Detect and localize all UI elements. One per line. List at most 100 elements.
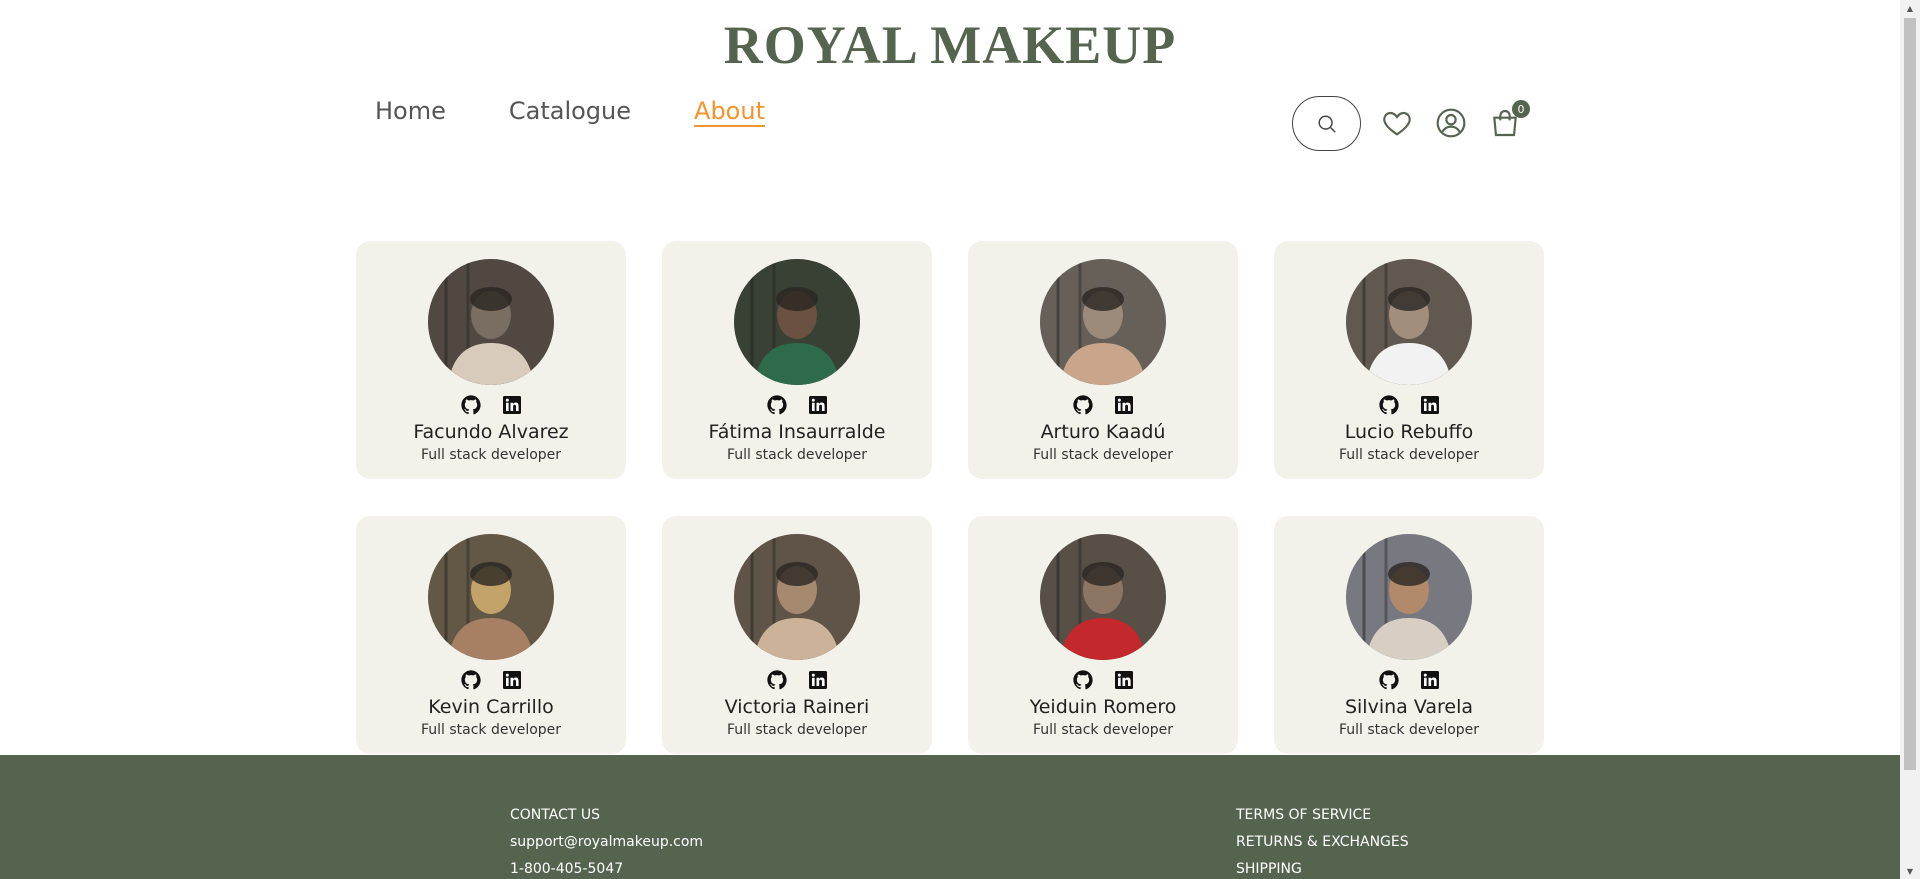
- footer-returns[interactable]: RETURNS & EXCHANGES: [1236, 834, 1409, 850]
- member-avatar: [1040, 259, 1166, 385]
- member-avatar: [1346, 534, 1472, 660]
- nav-home[interactable]: Home: [375, 97, 446, 125]
- linkedin-link[interactable]: [1418, 393, 1442, 417]
- member-avatar: [734, 259, 860, 385]
- linkedin-icon: [502, 396, 521, 414]
- member-name: Arturo Kaadú: [1040, 421, 1166, 443]
- github-icon: [1072, 395, 1093, 415]
- heart-icon: [1383, 111, 1411, 136]
- member-role: Full stack developer: [726, 447, 868, 463]
- scroll-up-arrow-icon[interactable]: ▲: [1900, 0, 1920, 16]
- footer-terms[interactable]: TERMS OF SERVICE: [1236, 807, 1409, 823]
- cart-button[interactable]: 0: [1486, 100, 1530, 142]
- team-card: Fátima Insaurralde Full stack developer: [662, 241, 932, 479]
- github-link[interactable]: [765, 668, 789, 692]
- github-icon: [460, 670, 481, 690]
- linkedin-icon: [808, 671, 827, 689]
- member-socials: [1377, 668, 1442, 692]
- team-card: Kevin Carrillo Full stack developer: [356, 516, 626, 754]
- nav-catalogue[interactable]: Catalogue: [509, 97, 631, 125]
- scrollbar-thumb[interactable]: [1904, 18, 1916, 770]
- github-icon: [766, 395, 787, 415]
- linkedin-link[interactable]: [806, 668, 830, 692]
- member-name: Victoria Raineri: [724, 696, 870, 718]
- nav-about[interactable]: About: [694, 97, 765, 125]
- github-link[interactable]: [459, 668, 483, 692]
- team-card: Arturo Kaadú Full stack developer: [968, 241, 1238, 479]
- github-icon: [1072, 670, 1093, 690]
- member-avatar: [1040, 534, 1166, 660]
- member-name: Kevin Carrillo: [428, 696, 554, 718]
- footer-contact: CONTACT US support@royalmakeup.com 1-800…: [510, 807, 703, 877]
- linkedin-icon: [1114, 396, 1133, 414]
- github-link[interactable]: [1071, 668, 1095, 692]
- linkedin-link[interactable]: [500, 668, 524, 692]
- footer-phone[interactable]: 1-800-405-5047: [510, 861, 703, 877]
- github-icon: [1378, 670, 1399, 690]
- linkedin-link[interactable]: [1418, 668, 1442, 692]
- github-link[interactable]: [765, 393, 789, 417]
- member-role: Full stack developer: [420, 447, 562, 463]
- member-name: Lucio Rebuffo: [1344, 421, 1474, 443]
- linkedin-link[interactable]: [1112, 393, 1136, 417]
- linkedin-icon: [808, 396, 827, 414]
- member-role: Full stack developer: [420, 722, 562, 738]
- main-nav: Home Catalogue About: [375, 97, 765, 125]
- github-icon: [1378, 395, 1399, 415]
- member-name: Fátima Insaurralde: [708, 421, 886, 443]
- member-avatar: [1346, 259, 1472, 385]
- team-card: Facundo Alvarez Full stack developer: [356, 241, 626, 479]
- footer-policies: TERMS OF SERVICE RETURNS & EXCHANGES SHI…: [1236, 807, 1409, 877]
- member-socials: [765, 393, 830, 417]
- site-title[interactable]: ROYAL MAKEUP: [0, 14, 1900, 76]
- member-role: Full stack developer: [1032, 447, 1174, 463]
- search-button[interactable]: [1292, 96, 1361, 151]
- vertical-scrollbar[interactable]: ▲ ▼: [1900, 0, 1920, 879]
- linkedin-icon: [1420, 671, 1439, 689]
- member-socials: [1377, 393, 1442, 417]
- team-card: Victoria Raineri Full stack developer: [662, 516, 932, 754]
- member-role: Full stack developer: [726, 722, 868, 738]
- member-role: Full stack developer: [1338, 447, 1480, 463]
- member-socials: [459, 393, 524, 417]
- github-icon: [766, 670, 787, 690]
- cart-count-badge: 0: [1512, 100, 1530, 118]
- github-icon: [460, 395, 481, 415]
- header-actions: 0: [1292, 96, 1530, 152]
- account-button[interactable]: [1432, 104, 1470, 142]
- team-card: Yeiduin Romero Full stack developer: [968, 516, 1238, 754]
- footer-contact-us[interactable]: CONTACT US: [510, 807, 703, 823]
- member-avatar: [734, 534, 860, 660]
- linkedin-link[interactable]: [1112, 668, 1136, 692]
- footer-shipping[interactable]: SHIPPING: [1236, 861, 1409, 877]
- footer: CONTACT US support@royalmakeup.com 1-800…: [0, 755, 1900, 879]
- linkedin-icon: [1420, 396, 1439, 414]
- github-link[interactable]: [1071, 393, 1095, 417]
- member-socials: [1071, 668, 1136, 692]
- linkedin-link[interactable]: [500, 393, 524, 417]
- member-name: Silvina Varela: [1344, 696, 1474, 718]
- linkedin-icon: [1114, 671, 1133, 689]
- github-link[interactable]: [459, 393, 483, 417]
- team-card: Lucio Rebuffo Full stack developer: [1274, 241, 1544, 479]
- team-grid: Facundo Alvarez Full stack developer Fát…: [356, 241, 1545, 754]
- user-icon: [1436, 108, 1466, 138]
- team-card: Silvina Varela Full stack developer: [1274, 516, 1544, 754]
- linkedin-icon: [502, 671, 521, 689]
- member-socials: [765, 668, 830, 692]
- member-socials: [459, 668, 524, 692]
- wishlist-button[interactable]: [1378, 104, 1416, 142]
- member-name: Facundo Alvarez: [413, 421, 569, 443]
- scroll-down-arrow-icon[interactable]: ▼: [1900, 863, 1920, 879]
- github-link[interactable]: [1377, 393, 1401, 417]
- member-socials: [1071, 393, 1136, 417]
- footer-email[interactable]: support@royalmakeup.com: [510, 834, 703, 850]
- member-avatar: [428, 259, 554, 385]
- member-avatar: [428, 534, 554, 660]
- member-role: Full stack developer: [1338, 722, 1480, 738]
- member-role: Full stack developer: [1032, 722, 1174, 738]
- linkedin-link[interactable]: [806, 393, 830, 417]
- member-name: Yeiduin Romero: [1029, 696, 1177, 718]
- github-link[interactable]: [1377, 668, 1401, 692]
- search-icon: [1317, 114, 1336, 133]
